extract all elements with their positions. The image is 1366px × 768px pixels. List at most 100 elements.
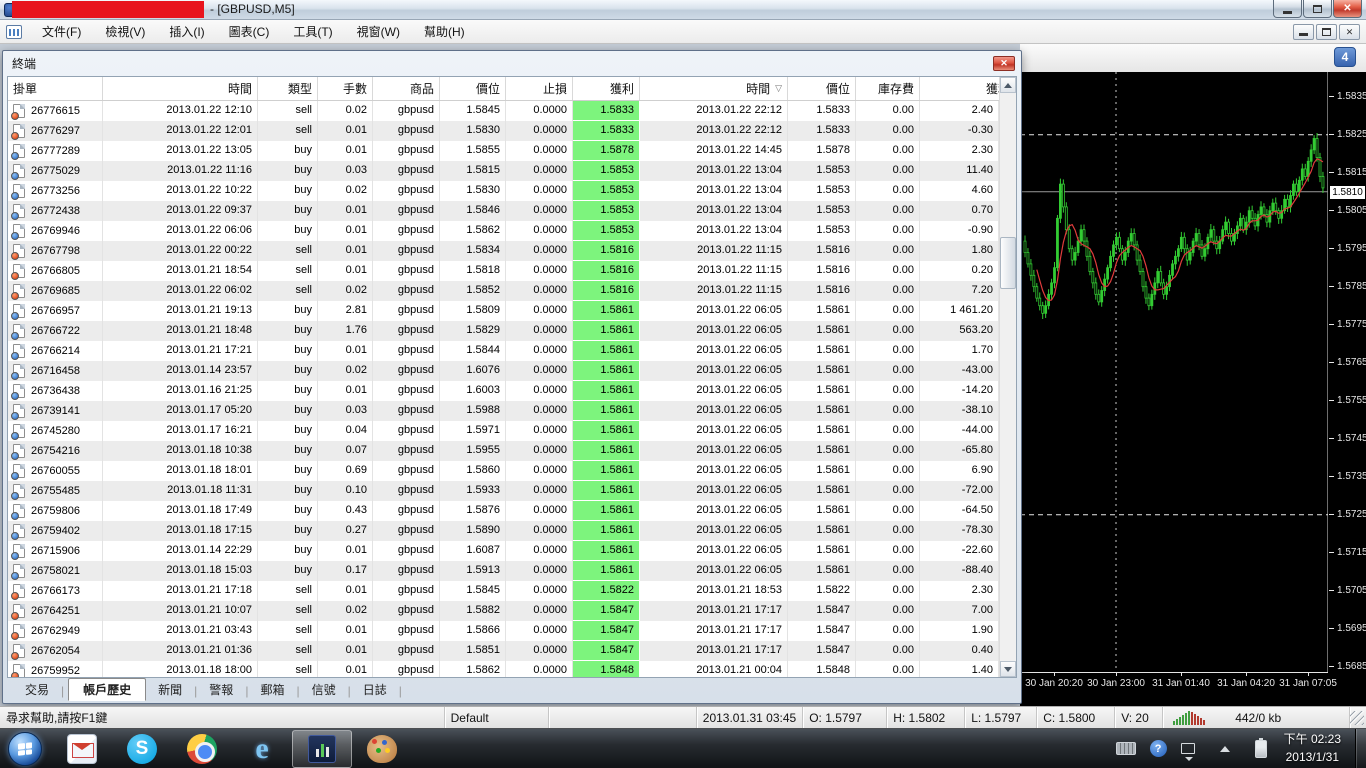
chevron-up-icon [1219,745,1230,752]
table-row[interactable]: 26759402 2013.01.18 17:15 buy 0.27 gbpusd 1.5… [8,521,999,541]
column-header[interactable]: 類型 [258,77,318,100]
column-header[interactable]: 掛單 [8,77,103,100]
table-row[interactable]: 26739141 2013.01.17 05:20 buy 0.03 gbpusd 1.5… [8,401,999,421]
menu-item[interactable]: 工具(T) [281,20,344,43]
terminal-close-button[interactable]: ✕ [993,56,1015,71]
table-row[interactable]: 26762054 2013.01.21 01:36 sell 0.01 gbpusd 1.… [8,641,999,661]
column-header[interactable]: 時間 [103,77,258,100]
scrollbar-thumb[interactable] [1000,237,1016,289]
terminal-tab-item[interactable]: 信號 [302,679,346,700]
table-cell: 0.00 [856,481,920,501]
hidden-icons-button[interactable] [1219,745,1230,752]
window-tray-item[interactable] [1180,743,1195,761]
keyboard-tray-item[interactable] [1115,742,1136,755]
child-restore-button[interactable] [1316,24,1337,40]
terminal-tab-item[interactable]: 交易 [15,679,59,700]
menu-item[interactable]: 圖表(C) [217,20,282,43]
table-row[interactable]: 26776297 2013.01.22 12:01 sell 0.01 gbpusd 1.… [8,121,999,141]
column-header[interactable]: 商品 [373,77,440,100]
terminal-tab-active[interactable]: 帳戶歷史 [68,678,147,701]
minimize-button[interactable] [1273,0,1302,18]
table-row[interactable]: 26766957 2013.01.21 19:13 buy 2.81 gbpusd 1.5… [8,301,999,321]
column-header[interactable]: 庫存費 [856,77,920,100]
table-cell: 1.5816 [788,261,856,281]
taskbar-item-ie[interactable]: e [232,729,292,768]
taskbar-item-metatrader-active[interactable] [292,729,352,768]
terminal-tab-item[interactable]: 警報 [199,679,243,700]
start-button[interactable] [8,731,42,766]
column-header-label: 手數 [342,82,367,96]
taskbar-item-chrome[interactable] [172,729,232,768]
terminal-tab-item[interactable]: 日誌 [353,679,397,700]
table-cell: buy [258,161,318,181]
table-cell: 0.0000 [506,441,573,461]
column-header[interactable]: 獲利 [573,77,640,100]
table-row[interactable]: 26766173 2013.01.21 17:18 sell 0.01 gbpusd 1.… [8,581,999,601]
show-desktop-button[interactable] [1355,728,1366,768]
table-cell: gbpusd [373,341,440,361]
order-buy-icon [11,324,25,340]
table-row[interactable]: 26777289 2013.01.22 13:05 buy 0.01 gbpusd 1.5… [8,141,999,161]
column-header[interactable]: 止損 [506,77,573,100]
table-row[interactable]: 26775029 2013.01.22 11:16 buy 0.03 gbpusd 1.5… [8,161,999,181]
table-cell: 0.0000 [506,121,573,141]
terminal-titlebar[interactable]: 終端 ✕ [3,51,1021,76]
table-row[interactable]: 26715906 2013.01.14 22:29 buy 0.01 gbpusd 1.6… [8,541,999,561]
menu-item[interactable]: 檢視(V) [93,20,157,43]
table-row[interactable]: 26766214 2013.01.21 17:21 buy 0.01 gbpusd 1.5… [8,341,999,361]
taskbar-item-skype[interactable]: S [112,729,172,768]
table-row[interactable]: 26773256 2013.01.22 10:22 buy 0.02 gbpusd 1.5… [8,181,999,201]
scroll-down-button[interactable] [1000,661,1016,677]
table-cell: 0.02 [318,281,373,301]
child-close-button[interactable]: ✕ [1339,24,1360,40]
table-row[interactable]: 26769685 2013.01.22 06:02 sell 0.02 gbpusd 1.… [8,281,999,301]
table-row[interactable]: 26745280 2013.01.17 16:21 buy 0.04 gbpusd 1.5… [8,421,999,441]
menu-item[interactable]: 文件(F) [30,20,93,43]
menu-item[interactable]: 視窗(W) [345,20,412,43]
profile-selector[interactable]: Default [445,707,550,728]
column-header[interactable]: 價位 [440,77,506,100]
table-cell: 26766805 [8,261,103,281]
column-header[interactable]: 手數 [318,77,373,100]
table-row[interactable]: 26759806 2013.01.18 17:49 buy 0.43 gbpusd 1.5… [8,501,999,521]
resize-grip[interactable] [1350,710,1364,725]
table-row[interactable]: 26766805 2013.01.21 18:54 sell 0.01 gbpusd 1.… [8,261,999,281]
table-row[interactable]: 26736438 2013.01.16 21:25 buy 0.01 gbpusd 1.6… [8,381,999,401]
taskbar-clock[interactable]: 下午 02:23 2013/1/31 [1284,731,1341,766]
chart-window-icon[interactable] [6,24,22,39]
table-scrollbar[interactable] [999,77,1016,677]
battery-tray-item[interactable] [1254,737,1267,758]
connection-status[interactable]: 442/0 kb [1163,707,1351,728]
menu-item[interactable]: 插入(I) [157,20,216,43]
table-row[interactable]: 26759952 2013.01.18 18:00 sell 0.01 gbpusd 1.… [8,661,999,677]
taskbar-item-mail[interactable] [52,729,112,768]
table-row[interactable]: 26776615 2013.01.22 12:10 sell 0.02 gbpusd 1.… [8,101,999,121]
table-row[interactable]: 26772438 2013.01.22 09:37 buy 0.01 gbpusd 1.5… [8,201,999,221]
table-cell: 0.0000 [506,281,573,301]
terminal-tab-item[interactable]: 郵箱 [250,679,294,700]
table-row[interactable]: 26755485 2013.01.18 11:31 buy 0.10 gbpusd 1.5… [8,481,999,501]
column-header[interactable]: 時間 ▽ [640,77,788,100]
notifications-badge[interactable]: 4 [1334,47,1356,67]
table-cell: 1.5861 [788,361,856,381]
child-minimize-button[interactable] [1293,24,1314,40]
terminal-tab-item[interactable]: 新聞 [148,679,192,700]
taskbar-item-paint[interactable] [352,729,412,768]
table-row[interactable]: 26716458 2013.01.14 23:57 buy 0.02 gbpusd 1.6… [8,361,999,381]
table-row[interactable]: 26766722 2013.01.21 18:48 buy 1.76 gbpusd 1.5… [8,321,999,341]
table-row[interactable]: 26767798 2013.01.22 00:22 sell 0.01 gbpusd 1.… [8,241,999,261]
table-row[interactable]: 26764251 2013.01.21 10:07 sell 0.02 gbpusd 1.… [8,601,999,621]
table-row[interactable]: 26760055 2013.01.18 18:01 buy 0.69 gbpusd 1.5… [8,461,999,481]
table-cell: 0.00 [856,461,920,481]
menu-item[interactable]: 幫助(H) [412,20,477,43]
table-row[interactable]: 26769946 2013.01.22 06:06 buy 0.01 gbpusd 1.5… [8,221,999,241]
table-row[interactable]: 26762949 2013.01.21 03:43 sell 0.01 gbpusd 1.… [8,621,999,641]
column-header[interactable]: 價位 [788,77,856,100]
close-button[interactable]: ✕ [1333,0,1362,18]
help-tray-item[interactable]: ? [1149,740,1167,757]
chart-price-scale[interactable]: 1.5835 1.5825 1.5815 1.5805 1.5795 1.5785 1.57… [1329,72,1366,706]
table-row[interactable]: 26754216 2013.01.18 10:38 buy 0.07 gbpusd 1.5… [8,441,999,461]
maximize-button[interactable] [1303,0,1332,18]
table-row[interactable]: 26758021 2013.01.18 15:03 buy 0.17 gbpusd 1.5… [8,561,999,581]
scroll-up-button[interactable] [1000,77,1016,93]
